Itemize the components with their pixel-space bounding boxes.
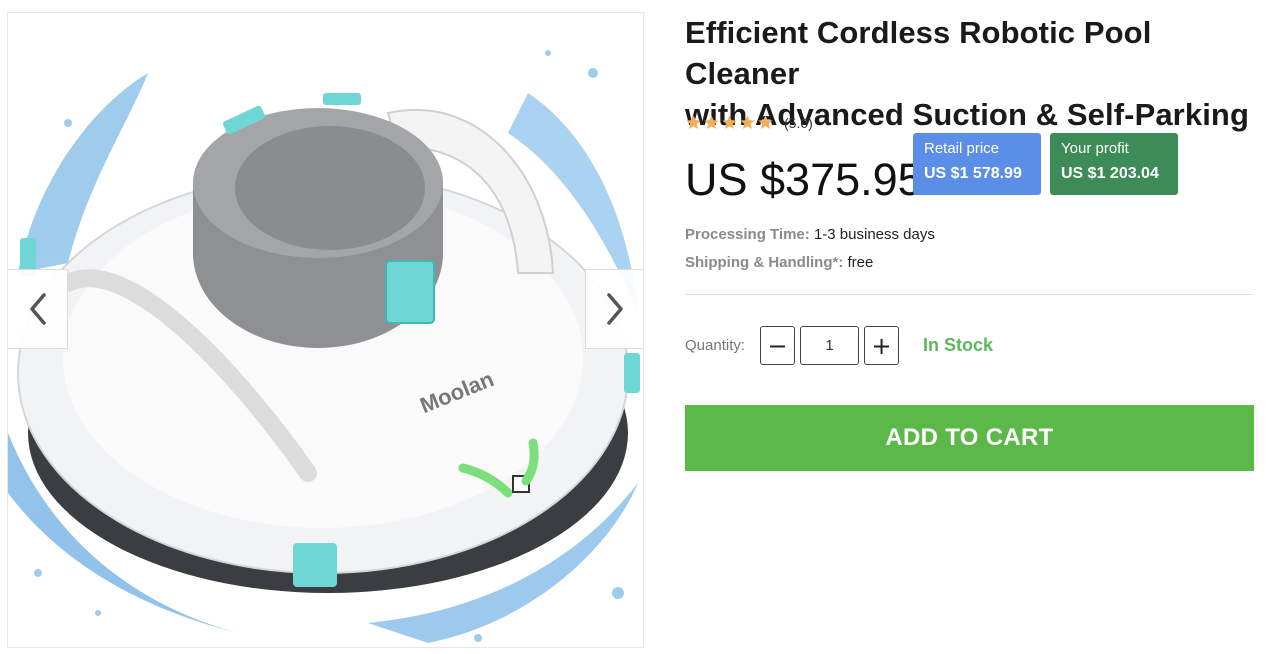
rating-value: (5.0): [784, 114, 813, 131]
stock-status: In Stock: [923, 335, 994, 355]
minus-icon: −: [767, 331, 788, 360]
processing-time-label: Processing Time:: [685, 226, 810, 243]
chevron-right-icon: [607, 293, 623, 325]
shipping-handling: Shipping & Handling*: free: [685, 254, 873, 271]
retail-price-label: Retail price: [924, 140, 1000, 157]
price-row: US $375.95 Retail price US $1 578.99 You…: [685, 133, 1255, 205]
product-image: Moolan: [8, 50, 640, 643]
quantity-decrease-button[interactable]: −: [760, 326, 795, 365]
retail-price-badge: Retail price US $1 578.99: [913, 133, 1041, 195]
profit-value: US $1 203.04: [1061, 165, 1159, 182]
star-icon: [686, 115, 701, 129]
plus-icon: +: [871, 331, 892, 360]
star-icon: [704, 115, 719, 129]
divider: [685, 294, 1254, 295]
star-icon: [722, 115, 737, 129]
gallery-next-button[interactable]: [585, 269, 643, 349]
processing-time-value: 1-3 business days: [809, 226, 935, 243]
product-title-line1: Efficient Cordless Robotic Pool Cleaner: [685, 15, 1152, 91]
rating: (5.0): [685, 114, 813, 131]
chevron-left-icon: [29, 293, 46, 325]
processing-time: Processing Time: 1-3 business days: [685, 226, 935, 243]
add-to-cart-button[interactable]: ADD TO CART: [685, 405, 1254, 471]
product-price: US $375.95: [685, 154, 923, 205]
quantity-row: Quantity: − + In Stock: [685, 326, 1254, 366]
star-icon: [740, 115, 755, 129]
quantity-increase-button[interactable]: +: [864, 326, 899, 365]
rating-stars: [685, 114, 774, 131]
star-icon: [758, 115, 773, 129]
shipping-label: Shipping & Handling*:: [685, 254, 844, 271]
retail-price-value: US $1 578.99: [924, 165, 1022, 182]
profit-badge: Your profit US $1 203.04: [1050, 133, 1178, 195]
quantity-label: Quantity:: [685, 337, 746, 354]
gallery-prev-button[interactable]: [8, 269, 68, 349]
shipping-value: free: [843, 254, 874, 271]
product-details: Efficient Cordless Robotic Pool Cleaner …: [685, 12, 1255, 471]
product-image-gallery: Moolan: [7, 12, 644, 648]
profit-label: Your profit: [1061, 140, 1129, 157]
quantity-input[interactable]: [800, 326, 859, 365]
